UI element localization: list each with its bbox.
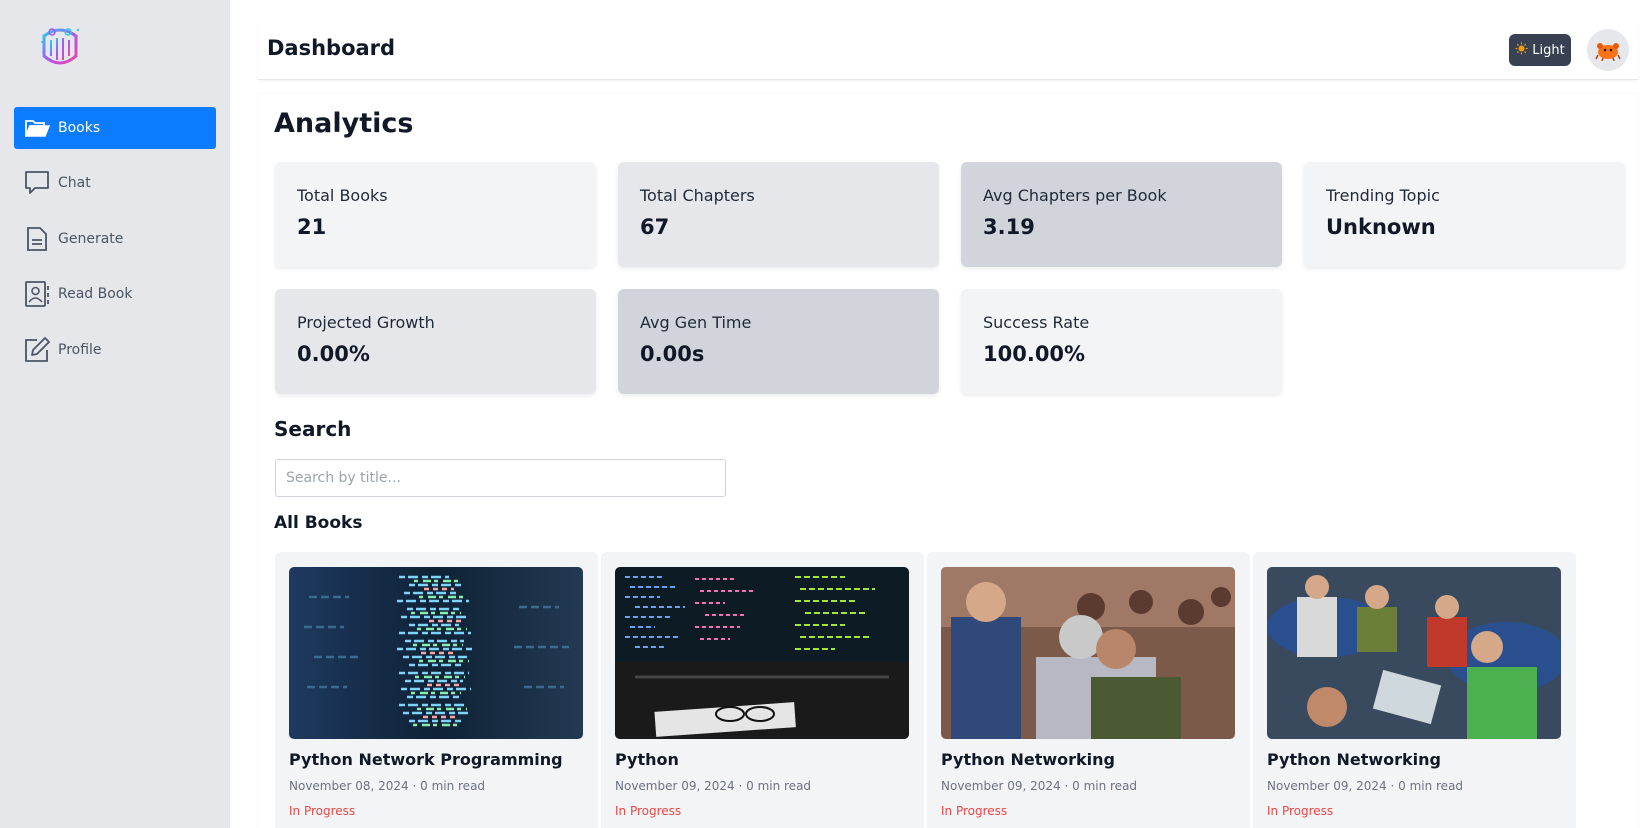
book-title: Python Networking <box>941 750 1115 769</box>
sidebar-item-label: Generate <box>58 231 124 247</box>
stat-value: 0.00% <box>297 342 370 366</box>
contact-book-icon <box>22 279 52 309</box>
book-cover-image <box>1267 567 1561 739</box>
sidebar-item-label: Books <box>58 120 101 136</box>
book-meta: November 09, 2024 · 0 min read <box>1267 779 1464 793</box>
status-badge: In Progress <box>289 804 356 818</box>
stat-value: 0.00s <box>640 342 705 366</box>
stat-card-total-books: Total Books 21 <box>275 162 596 267</box>
sidebar-item-read-book[interactable]: Read Book <box>14 273 216 315</box>
stat-card-total-chapters: Total Chapters 67 <box>618 162 939 267</box>
stat-label: Projected Growth <box>297 313 435 332</box>
book-card[interactable]: Python November 09, 2024 · 0 min read In… <box>601 552 924 828</box>
status-badge: In Progress <box>941 804 1008 818</box>
stat-label: Total Chapters <box>640 186 755 205</box>
analytics-title: Analytics <box>274 108 414 139</box>
all-books-title: All Books <box>274 513 363 533</box>
status-badge: In Progress <box>1267 804 1334 818</box>
stat-value: 3.19 <box>983 215 1035 239</box>
document-icon <box>22 224 52 254</box>
theme-toggle-label: Light <box>1532 42 1565 58</box>
avatar[interactable] <box>1587 29 1629 71</box>
folder-open-icon <box>22 113 52 143</box>
app-logo[interactable] <box>38 22 82 72</box>
stat-card-avg-chapters: Avg Chapters per Book 3.19 <box>961 162 1282 267</box>
book-cover-image <box>615 567 909 739</box>
stat-label: Trending Topic <box>1326 186 1440 205</box>
stat-label: Avg Gen Time <box>640 313 752 332</box>
book-card[interactable]: Python Networking November 09, 2024 · 0 … <box>1253 552 1576 828</box>
book-title: Python Networking <box>1267 750 1441 769</box>
book-meta: November 08, 2024 · 0 min read <box>289 779 486 793</box>
sidebar-item-books[interactable]: Books <box>14 107 216 149</box>
sidebar-item-chat[interactable]: Chat <box>14 162 216 204</box>
sidebar-item-label: Read Book <box>58 286 133 302</box>
stat-value: Unknown <box>1326 215 1436 239</box>
sidebar-item-label: Profile <box>58 342 102 358</box>
page-title: Dashboard <box>267 36 396 60</box>
search-title: Search <box>274 417 352 441</box>
book-meta: November 09, 2024 · 0 min read <box>941 779 1138 793</box>
sidebar-item-profile[interactable]: Profile <box>14 329 216 371</box>
stat-value: 21 <box>297 215 327 239</box>
book-title: Python <box>615 750 679 769</box>
stat-card-trending-topic: Trending Topic Unknown <box>1304 162 1625 267</box>
stat-label: Avg Chapters per Book <box>983 186 1167 205</box>
book-cover-image <box>289 567 583 739</box>
sidebar-item-label: Chat <box>58 175 91 191</box>
stat-label: Success Rate <box>983 313 1090 332</box>
sidebar: Books Chat Generate Read Book Profile <box>0 0 230 828</box>
sun-icon <box>1515 41 1528 59</box>
search-input[interactable] <box>275 459 726 497</box>
stat-value: 67 <box>640 215 670 239</box>
main-content: Analytics Total Books 21 Total Chapters … <box>258 94 1638 828</box>
theme-toggle-button[interactable]: Light <box>1509 34 1571 66</box>
stat-card-success-rate: Success Rate 100.00% <box>961 289 1282 394</box>
book-card[interactable]: Python Networking November 09, 2024 · 0 … <box>927 552 1250 828</box>
edit-icon <box>22 335 52 365</box>
stat-card-projected-growth: Projected Growth 0.00% <box>275 289 596 394</box>
status-badge: In Progress <box>615 804 682 818</box>
book-meta: November 09, 2024 · 0 min read <box>615 779 812 793</box>
stat-card-avg-gen-time: Avg Gen Time 0.00s <box>618 289 939 394</box>
book-cover-image <box>941 567 1235 739</box>
stat-value: 100.00% <box>983 342 1086 366</box>
book-title: Python Network Programming <box>289 750 563 769</box>
stat-label: Total Books <box>297 186 388 205</box>
chat-icon <box>22 168 52 198</box>
book-card[interactable]: Python Network Programming November 08, … <box>275 552 598 828</box>
top-bar: Dashboard Light <box>258 22 1638 80</box>
sidebar-item-generate[interactable]: Generate <box>14 218 216 260</box>
